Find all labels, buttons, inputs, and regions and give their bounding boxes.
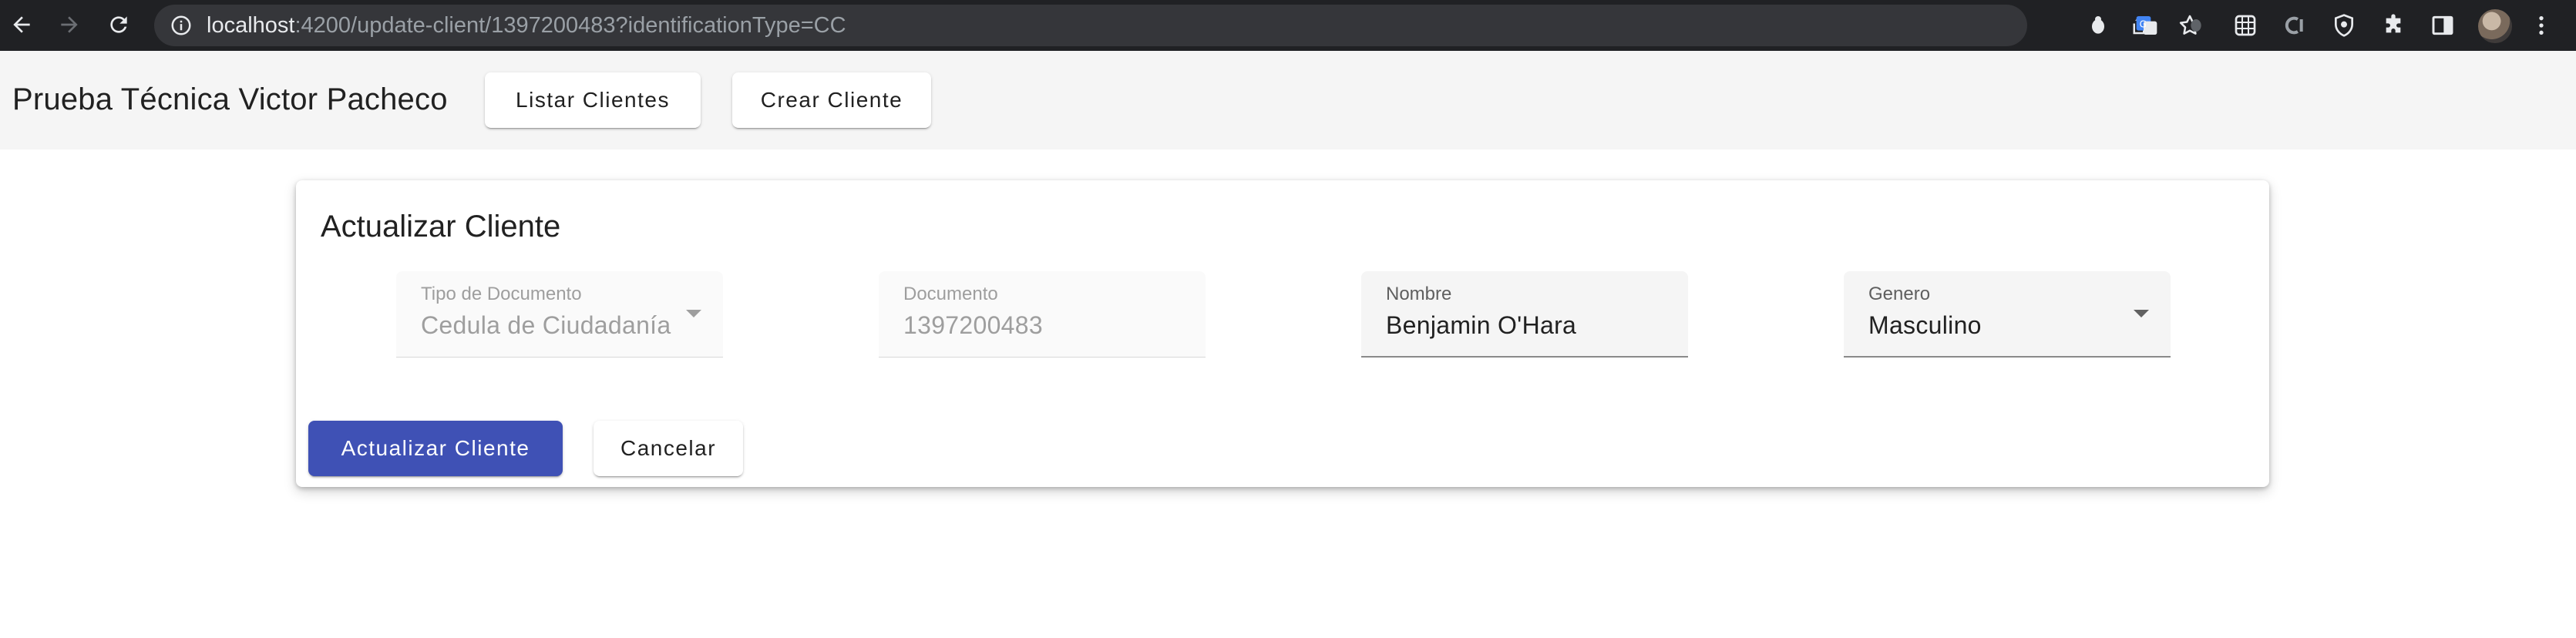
dropdown-arrow-icon [686,310,701,317]
field-underline [1361,356,1688,358]
document-field: Documento 1397200483 [879,271,1206,358]
extension-shield-icon[interactable] [2183,12,2209,39]
reload-icon [110,16,127,33]
document-type-label: Tipo de Documento [421,284,582,304]
field-underline [396,357,723,358]
field-underline [879,357,1206,358]
create-client-button[interactable]: Crear Cliente [732,72,931,128]
app-title: Prueba Técnica Victor Pacheco [12,82,448,116]
url-path: :4200/update-client/1397200483?identific… [294,13,846,38]
app-toolbar: Prueba Técnica Victor Pacheco Listar Cli… [0,51,2576,149]
document-value: 1397200483 [903,311,1043,339]
gender-select[interactable]: Genero Masculino [1844,271,2171,358]
extension-guard-icon[interactable] [2331,12,2357,39]
forward-button[interactable] [51,6,88,43]
update-client-button[interactable]: Actualizar Cliente [308,421,563,476]
arrow-right-icon [61,16,78,33]
extension-grid-icon[interactable] [2232,12,2258,39]
back-button[interactable] [3,6,40,43]
document-type-value: Cedula de Ciudadanía [421,311,671,339]
document-type-select: Tipo de Documento Cedula de Ciudadanía [396,271,723,358]
extension-bug-icon[interactable] [2085,12,2111,39]
gender-label: Genero [1868,284,1931,304]
address-bar[interactable]: localhost:4200/update-client/1397200483?… [154,5,2201,46]
document-label: Documento [903,284,998,304]
reload-button[interactable] [100,6,137,43]
gender-value: Masculino [1868,311,1982,339]
field-underline [1844,356,2171,358]
kebab-menu-icon[interactable] [2528,12,2554,39]
dropdown-arrow-icon[interactable] [2134,310,2149,317]
card-title: Actualizar Cliente [321,210,561,243]
list-clients-button[interactable]: Listar Clientes [485,72,701,128]
cancel-button[interactable]: Cancelar [594,421,743,476]
browser-chrome: localhost:4200/update-client/1397200483?… [0,0,2576,51]
extension-translate-icon[interactable]: G [2134,12,2160,39]
url-host: localhost [207,13,295,38]
name-input[interactable]: Nombre Benjamin O'Hara [1361,271,1688,358]
arrow-left-icon [13,16,30,33]
url-text: localhost:4200/update-client/1397200483?… [207,14,846,37]
name-label: Nombre [1386,284,1452,304]
info-icon[interactable] [170,14,193,37]
extension-c-icon[interactable] [2282,12,2308,39]
update-client-card: Actualizar Cliente Tipo de Documento Ced… [296,180,2269,487]
name-value[interactable]: Benjamin O'Hara [1386,311,1576,340]
side-panel-icon[interactable] [2430,12,2456,39]
profile-avatar[interactable] [2478,9,2512,43]
extensions-puzzle-icon[interactable] [2380,12,2406,39]
svg-text:G: G [2140,19,2147,30]
